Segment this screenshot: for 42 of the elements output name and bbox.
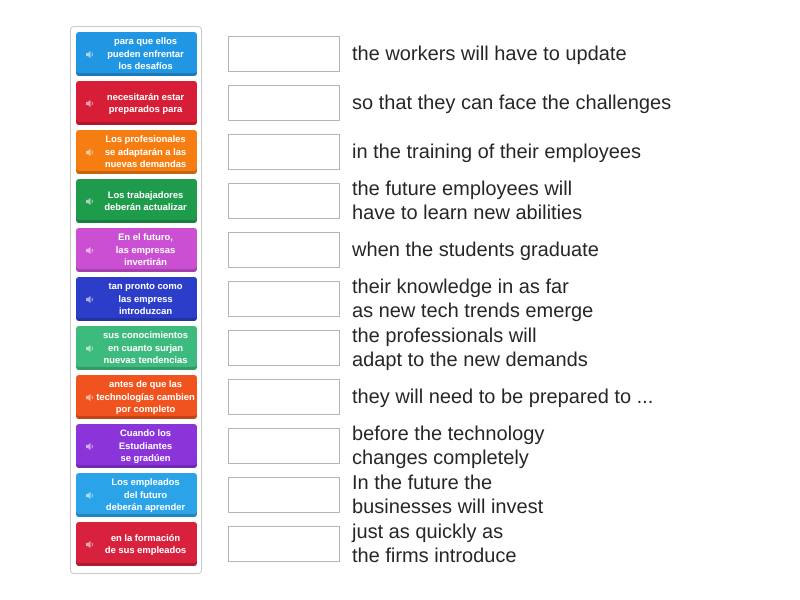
answer-tile[interactable]: Los trabajadores deberán actualizar xyxy=(76,179,197,223)
answer-tile[interactable]: en la formación de sus empleados xyxy=(76,522,197,566)
answer-text: just as quickly as the firms introduce xyxy=(352,520,517,568)
speaker-icon xyxy=(86,490,95,500)
answer-tile[interactable]: sus conocimientos en cuanto surjan nuevas tendencias xyxy=(76,326,197,370)
speaker-icon xyxy=(86,196,95,206)
speaker-icon xyxy=(86,98,95,108)
answer-text: before the technology changes completely xyxy=(352,422,544,470)
answer-box[interactable] xyxy=(228,526,340,562)
answer-box[interactable] xyxy=(228,330,340,366)
speaker-icon xyxy=(86,50,95,58)
speaker-icon xyxy=(86,246,95,254)
answer-tile[interactable]: necesitarán estar preparados para xyxy=(76,81,197,125)
speaker-icon xyxy=(86,442,95,450)
answer-text: the future employees will have to learn new abilities xyxy=(352,177,582,225)
answer-box[interactable] xyxy=(228,183,340,219)
speaker-icon xyxy=(86,294,95,304)
answer-tile[interactable]: Cuando los Estudiantes se gradúen xyxy=(76,424,197,468)
answer-tile[interactable]: para que ellos pueden enfrentar los desafíos xyxy=(76,32,197,76)
answer-text: they will need to be prepared to ... xyxy=(352,385,654,409)
speaker-icon xyxy=(86,148,95,156)
answer-box[interactable] xyxy=(228,281,340,317)
answer-text: the workers will have to update xyxy=(352,42,627,66)
answer-tile[interactable]: tan pronto como las empress introduzcan xyxy=(76,277,197,321)
answer-box[interactable] xyxy=(228,134,340,170)
answer-tile[interactable]: antes de que las technologías cambien por completo xyxy=(76,375,197,419)
answer-text: when the students graduate xyxy=(352,238,599,262)
answer-box[interactable] xyxy=(228,379,340,415)
speaker-icon xyxy=(86,540,95,548)
speaker-icon xyxy=(86,392,95,402)
answer-box[interactable] xyxy=(228,232,340,268)
speaker-icon xyxy=(86,344,95,352)
answer-text: in the training of their employees xyxy=(352,140,642,164)
answer-tile[interactable]: Los empleados del futuro deberán aprender xyxy=(76,473,197,517)
answer-tile[interactable]: En el futuro, las empresas invertirán xyxy=(76,228,197,272)
answer-box[interactable] xyxy=(228,428,340,464)
answer-text: the professionals will adapt to the new demands xyxy=(352,324,588,372)
answer-tile[interactable]: Los profesionales se adaptarán a las nuevas demandas xyxy=(76,130,197,174)
answer-text: so that they can face the challenges xyxy=(352,91,672,115)
answer-box[interactable] xyxy=(228,36,340,72)
answer-box[interactable] xyxy=(228,477,340,513)
answer-box[interactable] xyxy=(228,85,340,121)
